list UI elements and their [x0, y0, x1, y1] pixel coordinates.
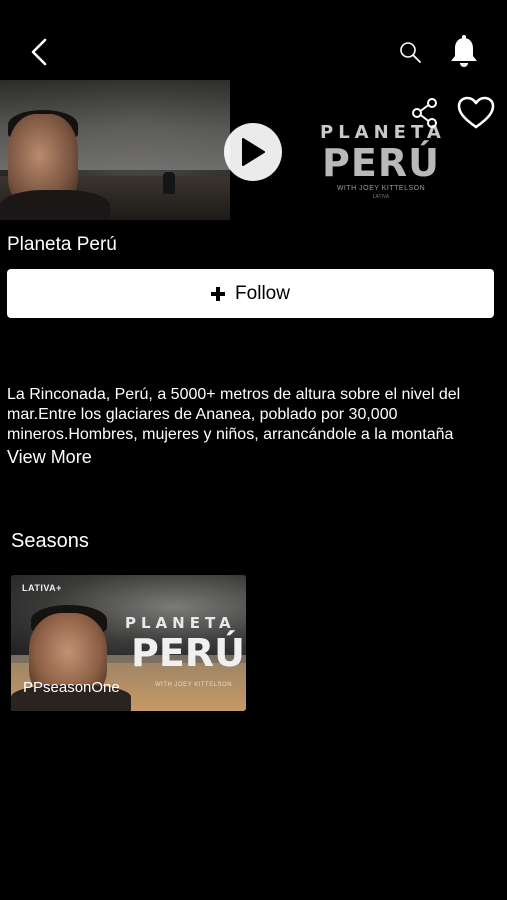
plus-icon [211, 286, 226, 301]
view-more-link[interactable]: View More [7, 447, 92, 468]
hero-host-body [0, 190, 110, 220]
card-brand: LATIVA+ [22, 583, 62, 593]
bell-icon [451, 35, 477, 67]
seasons-heading: Seasons [11, 530, 89, 552]
hero-poster-title: PLANETA PERÚ WITH JOEY KITTELSON LATIVA [320, 122, 442, 200]
search-button[interactable] [394, 36, 426, 68]
share-button[interactable] [408, 96, 442, 130]
card-poster-title-line2: PERÚ [131, 631, 245, 675]
search-icon [400, 42, 421, 63]
show-title: Planeta Perú [7, 234, 117, 255]
season-card-label: PPseasonOne [23, 679, 120, 696]
chevron-left-icon [31, 38, 47, 66]
follow-button-label: Follow [235, 282, 290, 304]
play-button[interactable] [224, 123, 282, 181]
show-detail-screen: PLANETA PERÚ WITH JOEY KITTELSON LATIVA … [0, 0, 507, 900]
follow-button[interactable]: Follow [7, 269, 494, 318]
hero-image [0, 80, 230, 220]
hero-figure [163, 172, 175, 194]
poster-brand: LATIVA [372, 194, 390, 200]
card-poster-subtitle: WITH JOEY KITTELSON [155, 682, 233, 688]
show-description: La Rinconada, Perú, a 5000+ metros de al… [7, 386, 461, 443]
favorite-button[interactable] [456, 95, 496, 131]
notifications-button[interactable] [446, 33, 482, 71]
poster-title-line2: PERÚ [322, 141, 440, 185]
season-card[interactable]: LATIVA+ PLANETA PERÚ WITH JOEY KITTELSON… [11, 575, 246, 711]
play-icon [242, 138, 265, 166]
heart-icon [457, 96, 495, 129]
card-poster-title-line1: PLANETA [125, 614, 236, 632]
back-button[interactable] [22, 32, 56, 72]
share-icon [412, 98, 437, 128]
poster-subtitle: WITH JOEY KITTELSON [336, 185, 426, 192]
